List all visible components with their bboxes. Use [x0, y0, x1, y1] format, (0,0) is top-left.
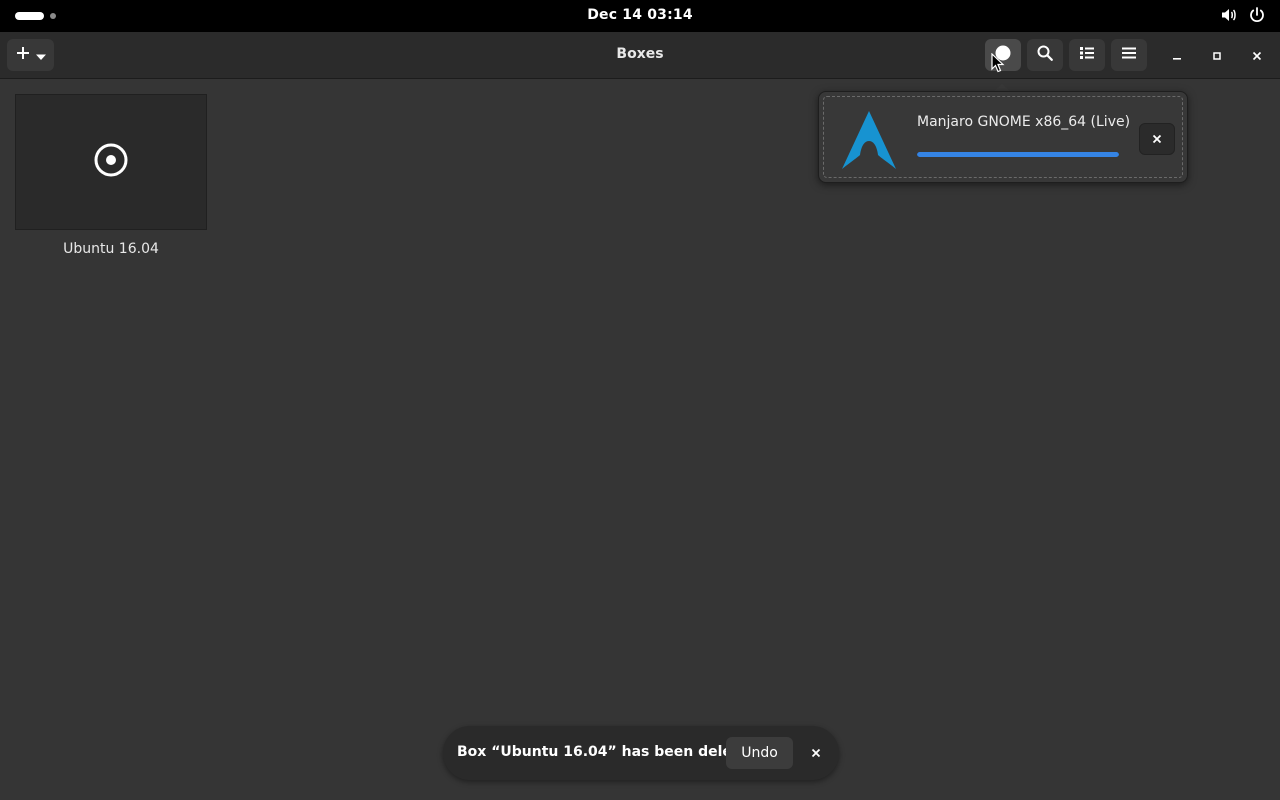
close-icon	[1151, 130, 1163, 149]
close-icon	[810, 744, 822, 763]
disc-icon	[93, 142, 129, 182]
maximize-button[interactable]	[1205, 44, 1229, 68]
download-name: Manjaro GNOME x86_64 (Live)	[917, 114, 1131, 130]
search-icon	[1036, 44, 1054, 66]
toast-message: Box “Ubuntu 16.04” has been deleted	[457, 744, 759, 760]
power-icon[interactable]	[1248, 6, 1266, 24]
system-tray[interactable]	[1220, 6, 1266, 24]
download-progress-bar	[917, 152, 1119, 157]
undo-button[interactable]: Undo	[726, 737, 793, 769]
minimize-button[interactable]	[1165, 44, 1189, 68]
dismiss-toast-button[interactable]	[800, 737, 832, 769]
hamburger-menu-icon	[1121, 45, 1137, 65]
header-bar: Boxes	[0, 32, 1280, 79]
clock[interactable]: Dec 14 03:14	[0, 7, 1280, 23]
close-window-button[interactable]	[1245, 44, 1269, 68]
maximize-icon	[1211, 47, 1223, 66]
box-thumbnail[interactable]	[15, 94, 207, 230]
volume-icon[interactable]	[1220, 6, 1238, 24]
boxes-collection: Ubuntu 16.04	[0, 80, 1280, 800]
cancel-download-button[interactable]	[1139, 123, 1175, 155]
box-item[interactable]: Ubuntu 16.04	[15, 94, 207, 274]
downloads-popover: Manjaro GNOME x86_64 (Live)	[818, 91, 1188, 183]
main-menu-button[interactable]	[1111, 39, 1147, 71]
list-view-icon	[1079, 45, 1095, 65]
close-icon	[1251, 47, 1263, 66]
download-item[interactable]: Manjaro GNOME x86_64 (Live)	[823, 96, 1183, 178]
arch-logo-icon	[838, 109, 900, 171]
mouse-pointer-icon	[991, 52, 1005, 77]
box-name: Ubuntu 16.04	[63, 241, 159, 257]
search-button[interactable]	[1027, 39, 1063, 71]
list-view-button[interactable]	[1069, 39, 1105, 71]
top-bar: Dec 14 03:14	[0, 0, 1280, 32]
download-progress-fill	[917, 152, 1119, 157]
deleted-toast: Box “Ubuntu 16.04” has been deleted Undo	[443, 726, 839, 780]
minimize-icon	[1171, 47, 1183, 66]
